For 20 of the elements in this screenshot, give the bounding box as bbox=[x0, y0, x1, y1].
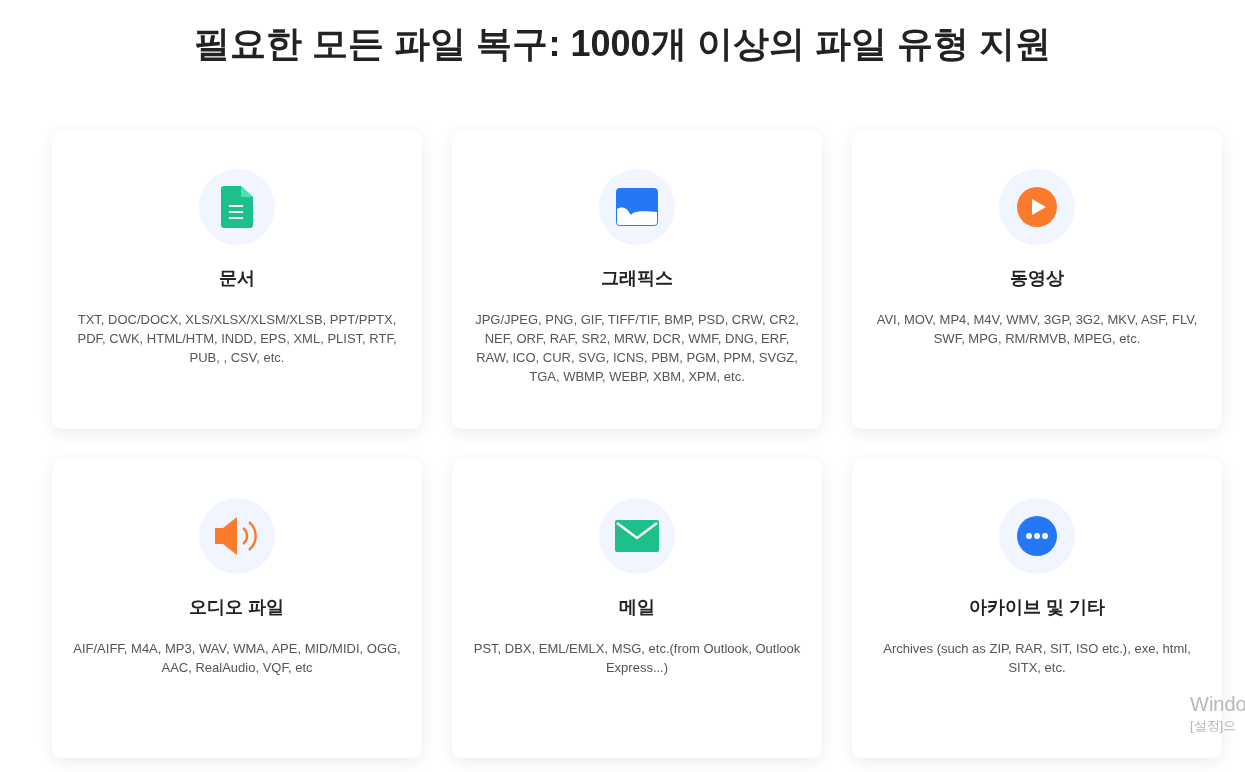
card-title: 그래픽스 bbox=[601, 267, 673, 290]
card-description: JPG/JPEG, PNG, GIF, TIFF/TIF, BMP, PSD, CRW, CR2, NEF, ORF, RAF, SR2, MRW, DCR, WMF, DNG, ERF, RAW, ICO, CUR, SVG, ICNS, PBM, PGM, PPM, SVGZ, TGA, WBMP, WEBP, XBM, XPM, etc. bbox=[474, 311, 800, 386]
card-title: 문서 bbox=[219, 267, 255, 290]
envelope-icon bbox=[615, 520, 659, 552]
os-watermark-text: [설정]으 bbox=[1190, 717, 1238, 735]
card-description: AIF/AIFF, M4A, MP3, WAV, WMA, APE, MID/MIDI, OGG, AAC, RealAudio, VQF, etc bbox=[72, 640, 402, 677]
card-title: 오디오 파일 bbox=[189, 596, 285, 619]
card-description: AVI, MOV, MP4, M4V, WMV, 3GP, 3G2, MKV, ASF, FLV, SWF, MPG, RM/RMVB, MPEG, etc. bbox=[875, 311, 1199, 348]
document-icon bbox=[221, 186, 253, 228]
image-icon bbox=[616, 188, 658, 226]
page-heading: 필요한 모든 파일 복구: 1000개 이상의 파일 유형 지원 bbox=[193, 22, 1052, 66]
card-description: PST, DBX, EML/EMLX, MSG, etc.(from Outlook, Outlook Express...) bbox=[472, 640, 802, 677]
more-icon bbox=[1017, 516, 1057, 556]
card-title: 동영상 bbox=[1010, 267, 1064, 290]
os-watermark-text: Windo bbox=[1190, 692, 1245, 716]
card-title: 아카이브 및 기타 bbox=[969, 596, 1105, 619]
card-title: 메일 bbox=[619, 596, 655, 619]
card-description: Archives (such as ZIP, RAR, SIT, ISO etc.), exe, html, SITX, etc. bbox=[882, 640, 1192, 677]
play-icon bbox=[1017, 187, 1057, 227]
card-description: TXT, DOC/DOCX, XLS/XLSX/XLSM/XLSB, PPT/PPTX, PDF, CWK, HTML/HTM, INDD, EPS, XML, PLIST, RTF, PUB, , CSV, etc. bbox=[76, 311, 398, 367]
